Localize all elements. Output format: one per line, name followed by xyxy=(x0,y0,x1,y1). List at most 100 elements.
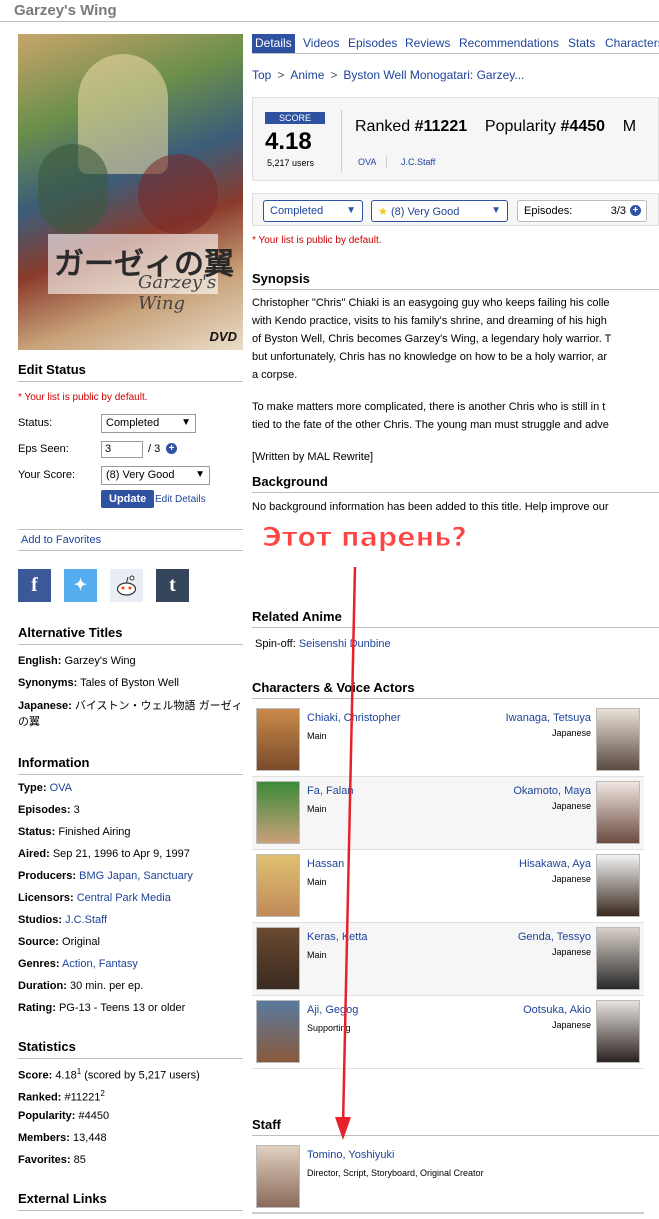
voice-actor-language: Japanese xyxy=(551,874,591,884)
increment-episode-icon[interactable]: + xyxy=(630,205,641,216)
character-row: Keras, Ketta Main Genda, Tessyo Japanese xyxy=(252,923,644,996)
genres-link[interactable]: Action, Fantasy xyxy=(62,958,138,970)
character-thumbnail[interactable] xyxy=(256,781,300,844)
list-status-value: Completed xyxy=(270,205,324,217)
increment-episode-icon[interactable]: + xyxy=(166,443,177,454)
tab-videos[interactable]: Videos xyxy=(300,34,342,53)
voice-actor-link[interactable]: Ootsuka, Akio xyxy=(523,1004,591,1016)
divider xyxy=(386,156,387,168)
list-score-value: (8) Very Good xyxy=(390,206,460,218)
edit-details-link[interactable]: Edit Details xyxy=(155,494,206,505)
character-thumbnail[interactable] xyxy=(256,927,300,990)
score-users: 5,217 users xyxy=(267,158,315,168)
stat-score: Score: 4.181 (scored by 5,217 users) xyxy=(18,1067,200,1082)
voice-actor-link[interactable]: Okamoto, Maya xyxy=(513,785,591,797)
character-role: Main xyxy=(307,950,327,960)
breadcrumb: Top > Anime > Byston Well Monogatari: Garzey… xyxy=(252,68,525,82)
info-duration: Duration: 30 min. per ep. xyxy=(18,980,144,992)
tab-details[interactable]: Details xyxy=(252,34,295,53)
update-button[interactable]: Update xyxy=(101,490,155,508)
tab-recommendations[interactable]: Recommendations xyxy=(456,34,562,53)
synopsis-section: Synopsis xyxy=(252,271,659,290)
stat-favorites: Favorites: 85 xyxy=(18,1154,86,1166)
info-type: Type: OVA xyxy=(18,782,73,794)
staff-photo[interactable] xyxy=(256,1145,300,1208)
character-row: Fa, Falan Main Okamoto, Maya Japanese xyxy=(252,777,644,850)
studios-link[interactable]: J.C.Staff xyxy=(65,914,107,926)
character-thumbnail[interactable] xyxy=(256,1000,300,1063)
episodes-value: 3/3 xyxy=(610,205,626,217)
voice-actor-language: Japanese xyxy=(551,801,591,811)
info-licensors: Licensors: Central Park Media xyxy=(18,892,171,904)
list-public-note: * Your list is public by default. xyxy=(18,392,148,403)
chevron-down-icon: ▼ xyxy=(346,205,356,216)
list-score-dropdown[interactable]: ★ (8) Very Good ▼ xyxy=(371,200,508,222)
score-value: 4.18 xyxy=(265,128,312,155)
information-section: Information xyxy=(18,755,243,775)
stat-popularity: Popularity: #4450 xyxy=(18,1110,110,1122)
info-rating: Rating: PG-13 - Teens 13 or older xyxy=(18,1002,186,1014)
voice-actor-photo[interactable] xyxy=(596,781,640,844)
statistics-heading: Statistics xyxy=(18,1039,243,1059)
voice-actor-photo[interactable] xyxy=(596,1000,640,1063)
tumblr-icon[interactable]: t xyxy=(156,569,189,602)
character-thumbnail[interactable] xyxy=(256,708,300,771)
status-select-value: Completed xyxy=(106,417,160,429)
voice-actor-photo[interactable] xyxy=(596,854,640,917)
synopsis-heading: Synopsis xyxy=(252,271,659,290)
character-role: Main xyxy=(307,731,327,741)
stat-members: Members: 13,448 xyxy=(18,1132,107,1144)
anime-title-bar: Garzey's Wing xyxy=(0,0,659,22)
character-row: Chiaki, Christopher Main Iwanaga, Tetsuy… xyxy=(252,704,644,777)
score-select[interactable]: (8) Very Good ▼ xyxy=(101,466,210,485)
reddit-icon[interactable] xyxy=(110,569,143,602)
anime-poster-image[interactable]: ガーゼィの翼 Garzey's Wing DVD xyxy=(18,34,243,350)
voice-actor-link[interactable]: Genda, Tessyo xyxy=(518,931,591,943)
eps-total: / 3 xyxy=(148,443,161,455)
facebook-icon[interactable]: f xyxy=(18,569,51,602)
user-list-bar: Completed ▼ ★ (8) Very Good ▼ Episodes: … xyxy=(252,193,659,226)
voice-actor-photo[interactable] xyxy=(596,708,640,771)
anime-tabs: Details Videos Episodes Reviews Recommen… xyxy=(252,34,659,54)
meta-type-link[interactable]: OVA xyxy=(358,157,376,167)
external-links-heading: External Links xyxy=(18,1191,243,1211)
list-status-dropdown[interactable]: Completed ▼ xyxy=(263,200,363,222)
related-spinoff: Spin-off: Seisenshi Dunbine xyxy=(255,638,391,650)
breadcrumb-anime[interactable]: Anime xyxy=(290,68,324,82)
eps-seen-input[interactable]: 3 xyxy=(101,441,143,458)
voice-actor-link[interactable]: Hisakawa, Aya xyxy=(519,858,591,870)
tab-episodes[interactable]: Episodes xyxy=(345,34,400,53)
voice-actor-link[interactable]: Iwanaga, Tetsuya xyxy=(506,712,591,724)
info-studios: Studios: J.C.Staff xyxy=(18,914,108,926)
chevron-down-icon: ▼ xyxy=(195,469,205,480)
background-text: No background information has been added… xyxy=(252,501,609,513)
status-select[interactable]: Completed ▼ xyxy=(101,414,196,433)
staff-name-link[interactable]: Tomino, Yoshiyuki xyxy=(307,1149,394,1161)
character-thumbnail[interactable] xyxy=(256,854,300,917)
tab-stats[interactable]: Stats xyxy=(565,34,598,53)
background-section: Background xyxy=(252,474,659,493)
staff-section: Staff xyxy=(252,1117,659,1136)
divider xyxy=(341,110,342,172)
tab-reviews[interactable]: Reviews xyxy=(402,34,453,53)
twitter-icon[interactable]: ✦ xyxy=(64,569,97,602)
tab-characters[interactable]: Characters xyxy=(602,34,659,53)
edit-status-heading: Edit Status xyxy=(18,362,243,382)
voice-actor-language: Japanese xyxy=(551,728,591,738)
annotation-arrow xyxy=(335,566,357,1140)
licensors-link[interactable]: Central Park Media xyxy=(77,892,171,904)
breadcrumb-top[interactable]: Top xyxy=(252,68,271,82)
score-summary-box: SCORE 4.18 5,217 users Ranked #11221 Pop… xyxy=(252,97,659,181)
page-title: Garzey's Wing xyxy=(14,2,117,19)
add-to-favorites-link[interactable]: Add to Favorites xyxy=(21,534,101,546)
information-heading: Information xyxy=(18,755,243,775)
alt-title-japanese: Japanese: バイストン・ウェル物語 ガーゼィの翼 xyxy=(18,700,243,728)
stat-ranked: Ranked: #112212 xyxy=(18,1089,105,1104)
edit-status-section: Edit Status xyxy=(18,362,243,382)
producers-link[interactable]: BMG Japan, Sanctuary xyxy=(79,870,193,882)
character-row: Aji, Gegog Supporting Ootsuka, Akio Japa… xyxy=(252,996,644,1069)
breadcrumb-title[interactable]: Byston Well Monogatari: Garzey... xyxy=(343,68,524,82)
type-link[interactable]: OVA xyxy=(50,782,72,794)
voice-actor-photo[interactable] xyxy=(596,927,640,990)
meta-studio-link[interactable]: J.C.Staff xyxy=(401,157,435,167)
